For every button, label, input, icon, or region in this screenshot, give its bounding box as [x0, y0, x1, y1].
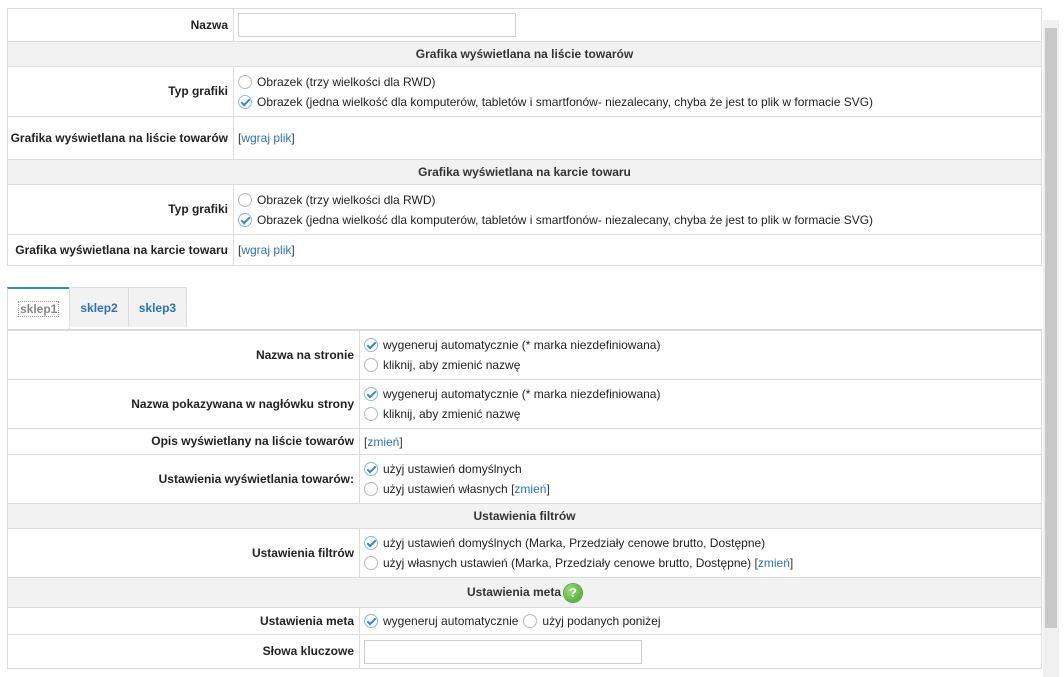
display-own-option[interactable]: użyj ustawień własnych [zmień] [364, 479, 1041, 499]
list-type-option-rwd[interactable]: Obrazek (trzy wielkości dla RWD) [238, 72, 1041, 92]
card-graphic-label: Grafika wyświetlana na karcie towaru [7, 234, 234, 266]
card-graphics-section-title: Grafika wyświetlana na karcie towaru [7, 159, 1042, 185]
radio-checked-icon[interactable] [364, 338, 378, 352]
list-upload-link[interactable]: wgraj plik [241, 131, 291, 145]
tab-sklep2[interactable]: sklep2 [69, 287, 129, 327]
tab-sklep1[interactable]: sklep1 [7, 287, 71, 329]
card-type-option-single[interactable]: Obrazek (jedna wielkość dla komputerów, … [238, 210, 1041, 230]
shop-tabs: sklep1 sklep2 sklep3 [7, 287, 1042, 330]
list-description-change-link[interactable]: zmień [367, 435, 399, 449]
display-settings-label: Ustawienia wyświetlania towarów: [7, 454, 360, 504]
radio-unchecked-icon[interactable] [238, 192, 252, 207]
radio-checked-icon[interactable] [364, 387, 378, 401]
help-icon[interactable]: ? [564, 583, 583, 602]
vertical-scrollbar[interactable] [1043, 20, 1059, 677]
name-input[interactable] [238, 13, 516, 37]
tab-sklep3[interactable]: sklep3 [127, 287, 188, 327]
card-upload-link[interactable]: wgraj plik [241, 243, 291, 257]
header-name-label: Nazwa pokazywana w nagłówku strony [7, 379, 360, 429]
meta-options: wygeneruj automatycznie użyj podanych po… [364, 611, 1041, 631]
meta-given-option[interactable]: użyj podanych poniżej [542, 614, 660, 628]
product-form: Nazwa Grafika wyświetlana na liście towa… [7, 8, 1042, 669]
name-label: Nazwa [7, 8, 234, 42]
radio-checked-icon[interactable] [238, 212, 252, 227]
page-name-label: Nazwa na stronie [7, 330, 360, 380]
meta-auto-option[interactable]: wygeneruj automatycznie [383, 614, 518, 628]
header-name-custom-option[interactable]: kliknij, aby zmienić nazwę [364, 404, 1041, 424]
filters-section-title: Ustawienia filtrów [7, 503, 1042, 529]
graphics-table: Nazwa Grafika wyświetlana na liście towa… [7, 8, 1042, 266]
filters-change-link[interactable]: zmień [758, 556, 790, 570]
keywords-input[interactable] [364, 639, 642, 664]
radio-unchecked-icon[interactable] [364, 482, 378, 496]
scrollbar-thumb[interactable] [1045, 28, 1057, 628]
radio-unchecked-icon[interactable] [364, 556, 378, 570]
list-graphic-label: Grafika wyświetlana na liście towarów [7, 116, 234, 160]
radio-checked-icon[interactable] [364, 536, 378, 550]
page-name-auto-option[interactable]: wygeneruj automatycznie (* marka niezdef… [364, 335, 1041, 355]
filters-own-option[interactable]: użyj własnych ustawień (Marka, Przedział… [364, 553, 1041, 573]
radio-unchecked-icon[interactable] [364, 358, 378, 372]
card-type-option-rwd[interactable]: Obrazek (trzy wielkości dla RWD) [238, 190, 1041, 210]
card-graphic-type-label: Typ grafiki [7, 184, 234, 235]
list-graphics-section-title: Grafika wyświetlana na liście towarów [7, 41, 1042, 67]
header-name-auto-option[interactable]: wygeneruj automatycznie (* marka niezdef… [364, 384, 1041, 404]
display-default-option[interactable]: użyj ustawień domyślnych [364, 459, 1041, 479]
filters-label: Ustawienia filtrów [7, 528, 360, 578]
keywords-label: Słowa kluczowe [7, 634, 360, 669]
meta-section-title: Ustawienia meta [466, 584, 562, 599]
list-description-label: Opis wyświetlany na liście towarów [7, 428, 360, 455]
list-graphic-type-label: Typ grafiki [7, 66, 234, 117]
display-change-link[interactable]: zmień [514, 482, 546, 496]
radio-checked-icon[interactable] [364, 614, 378, 628]
radio-unchecked-icon[interactable] [523, 614, 538, 628]
list-type-option-single[interactable]: Obrazek (jedna wielkość dla komputerów, … [238, 92, 1041, 112]
radio-unchecked-icon[interactable] [364, 407, 378, 421]
radio-checked-icon[interactable] [238, 94, 252, 109]
filters-default-option[interactable]: użyj ustawień domyślnych (Marka, Przedzi… [364, 533, 1041, 553]
radio-checked-icon[interactable] [364, 462, 378, 476]
meta-label: Ustawienia meta [7, 607, 360, 635]
page-name-custom-option[interactable]: kliknij, aby zmienić nazwę [364, 355, 1041, 375]
meta-section-header: Ustawienia meta? [7, 577, 1042, 608]
radio-unchecked-icon[interactable] [238, 74, 252, 89]
shop-settings-table: Nazwa na stronie wygeneruj automatycznie… [7, 330, 1042, 669]
